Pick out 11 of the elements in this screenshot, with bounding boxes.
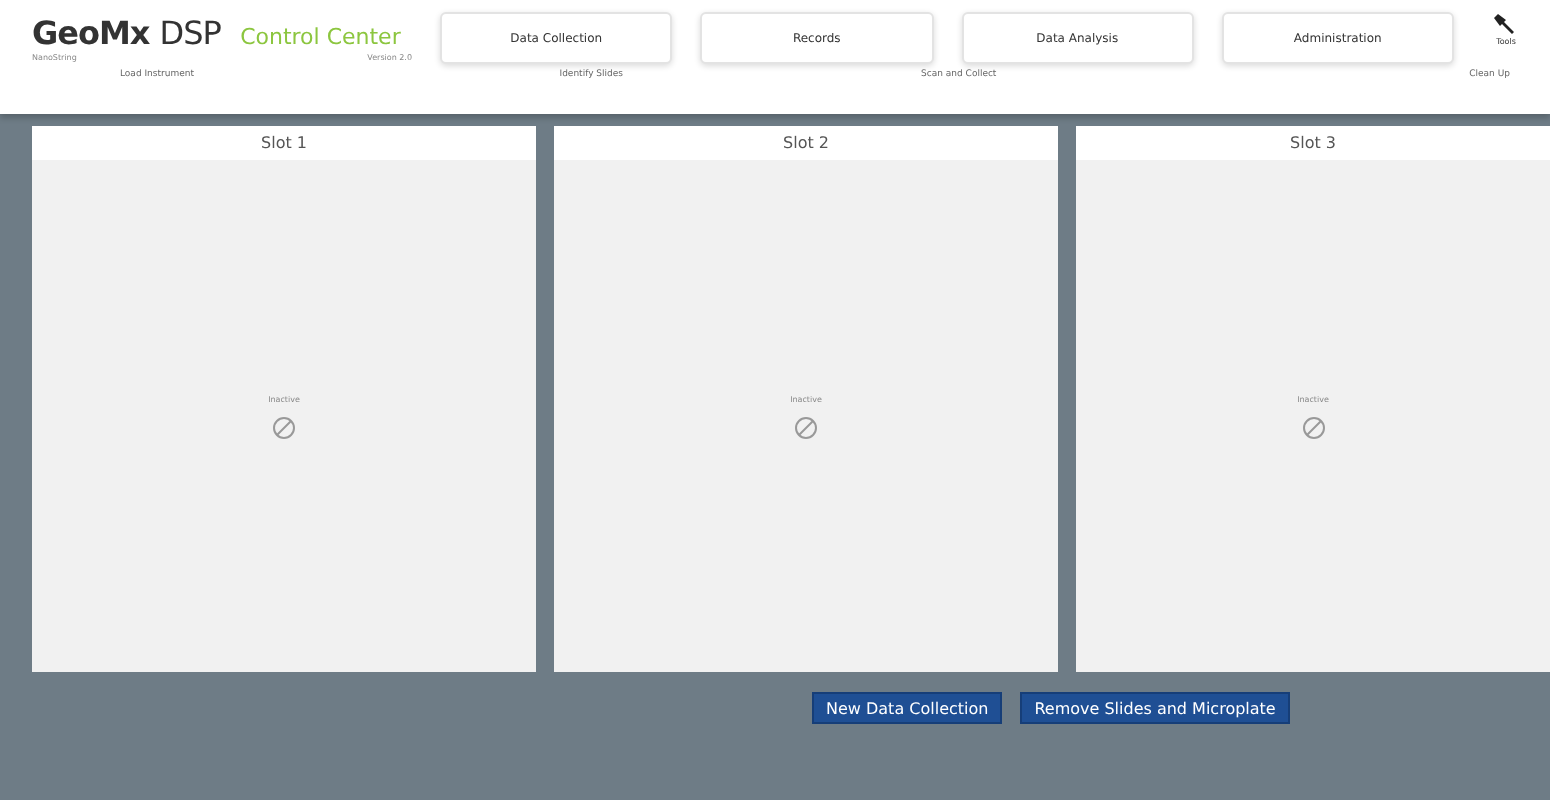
slot-title: Slot 3 [1076,126,1550,160]
prohibited-icon [1301,415,1325,439]
prohibited-icon [272,415,296,439]
slot-title: Slot 2 [554,126,1058,160]
brand-logo: GeoMx DSP [32,14,223,52]
wrench-icon [1494,12,1518,36]
app-name: Control Center [240,24,403,50]
action-button[interactable]: New Data Collection [812,692,1003,724]
prohibited-icon [794,415,818,439]
slot-title: Slot 1 [32,126,536,160]
action-button[interactable]: Remove Slides and Microplate [1020,692,1290,724]
